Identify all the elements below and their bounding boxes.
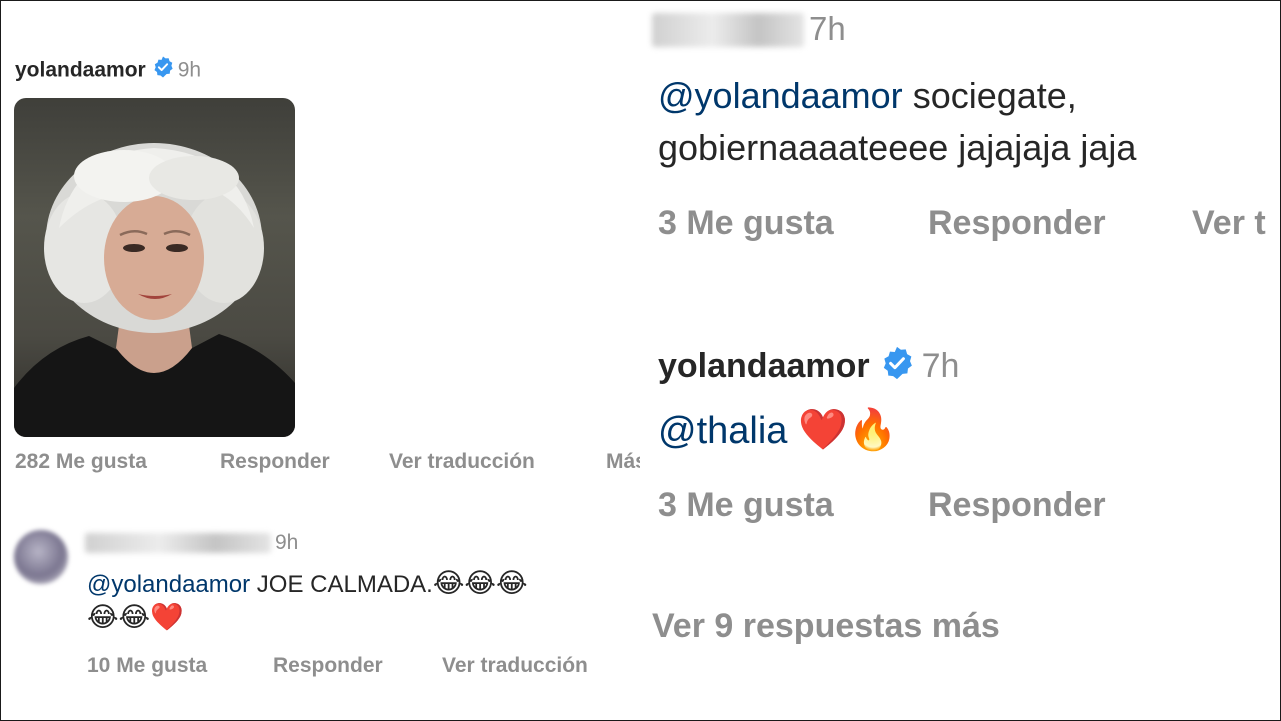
image-border [0, 0, 1281, 721]
